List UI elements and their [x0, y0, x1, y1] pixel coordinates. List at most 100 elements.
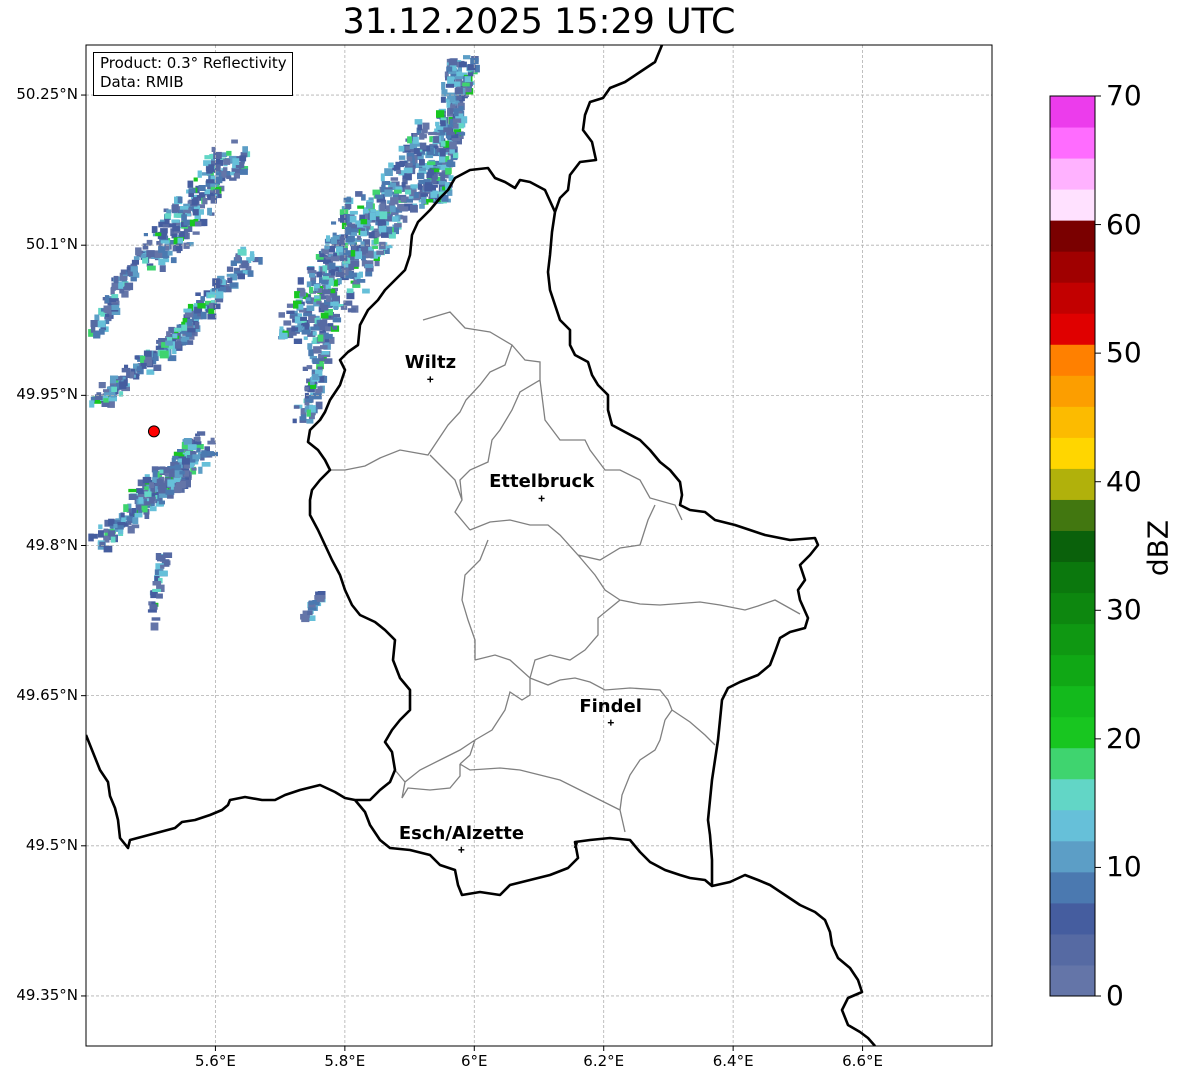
echo-cell [149, 496, 155, 504]
echo-cell [242, 146, 248, 153]
echo-cell [171, 219, 180, 223]
echo-cell [237, 249, 247, 256]
colorbar-swatch [1050, 127, 1095, 159]
echo-cell [158, 246, 166, 253]
city-label: Wiltz [404, 352, 457, 374]
echo-cell [89, 533, 98, 539]
colorbar-swatch [1050, 251, 1095, 283]
echo-cell [98, 530, 104, 538]
echo-cell [426, 172, 433, 179]
colorbar-swatch [1050, 375, 1095, 407]
echo-cell [110, 377, 116, 384]
echo-cell [355, 191, 363, 197]
echo-cell [210, 183, 218, 187]
colorbar-tick-label: 0 [1106, 979, 1124, 1012]
echo-cell [393, 189, 402, 194]
echo-cell [153, 364, 162, 371]
echo-cell [309, 286, 314, 294]
lon-label: 6.4°E [712, 1052, 754, 1070]
lat-label: 49.5°N [25, 835, 78, 854]
echo-cell [286, 310, 295, 314]
echo-cell [187, 328, 196, 333]
echo-cell [313, 287, 319, 292]
radar-map[interactable] [0, 0, 1184, 1081]
echo-cell [206, 179, 215, 184]
echo-cell [303, 336, 308, 340]
echo-cell [174, 327, 182, 332]
echo-cell [176, 243, 183, 251]
echo-cell [168, 345, 174, 350]
echo-cell [443, 127, 453, 133]
echo-cell [147, 265, 156, 271]
echo-cell [107, 530, 116, 537]
echo-cell [103, 528, 109, 533]
echo-cell [384, 168, 393, 176]
echo-cell [172, 333, 178, 339]
echo-cell [103, 545, 113, 553]
echo-cell [376, 250, 385, 255]
echo-cell [149, 506, 157, 512]
echo-cell [298, 304, 304, 310]
colorbar-swatch [1050, 282, 1095, 314]
colorbar-swatch [1050, 592, 1095, 625]
echo-cell [366, 201, 373, 209]
colorbar-swatch [1050, 468, 1095, 500]
echo-cell [165, 340, 173, 346]
echo-cell [143, 233, 148, 237]
echo-cell [313, 392, 322, 400]
echo-cell [126, 370, 131, 378]
colorbar-swatch [1050, 685, 1095, 718]
echo-cell [113, 523, 118, 528]
echo-cell [410, 204, 418, 213]
echo-cell [111, 386, 118, 393]
echo-cell [180, 206, 189, 210]
echo-cell [89, 400, 95, 408]
echo-cell [138, 497, 144, 504]
echo-cell [308, 349, 314, 357]
echo-cell [320, 351, 330, 355]
echo-cell [155, 553, 162, 561]
radar-site-marker[interactable] [147, 425, 160, 438]
colorbar-swatch [1050, 220, 1095, 252]
echo-cell [152, 581, 162, 586]
echo-cell [180, 338, 188, 342]
echo-cell [258, 257, 263, 265]
colorbar [1049, 95, 1101, 997]
echo-cell [197, 431, 206, 436]
lat-label: 49.95°N [16, 385, 78, 404]
echo-cell [445, 83, 455, 88]
info-box: Product: 0.3° Reflectivity Data: RMIB [93, 52, 293, 96]
echo-cell [447, 92, 456, 100]
echo-cell [195, 321, 200, 329]
echo-cell [231, 139, 238, 144]
echo-cell [103, 305, 112, 313]
echo-cell [414, 119, 423, 125]
echo-cell [307, 607, 317, 611]
echo-cell [462, 82, 470, 87]
echo-cell [150, 622, 159, 631]
echo-cell [119, 391, 124, 397]
echo-cell [292, 418, 297, 424]
echo-cell [316, 271, 322, 278]
echo-cell [369, 213, 376, 221]
echo-cell [360, 219, 368, 225]
echo-cell [440, 141, 446, 147]
colorbar-tick-label: 20 [1106, 721, 1142, 755]
echo-cell [401, 182, 406, 188]
echo-cell [151, 226, 158, 234]
echo-cell [192, 454, 201, 460]
echo-cell [458, 61, 467, 68]
echo-cell [278, 312, 285, 318]
echo-cell [350, 250, 356, 257]
echo-cell [97, 320, 106, 328]
echo-cell [164, 213, 171, 219]
echo-cell [202, 198, 208, 205]
echo-cell [121, 517, 126, 523]
city-marker [538, 495, 545, 502]
echo-cell [463, 55, 471, 60]
lon-label: 5.6°E [195, 1052, 236, 1070]
echo-cell [183, 308, 192, 313]
colorbar-swatch [1050, 561, 1095, 594]
echo-cell [467, 72, 474, 77]
lon-label: 6.2°E [583, 1052, 625, 1070]
